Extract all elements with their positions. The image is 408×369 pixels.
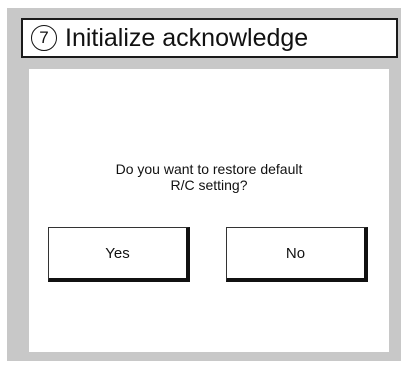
no-button[interactable]: No	[226, 227, 368, 282]
confirmation-message: Do you want to restore default R/C setti…	[29, 161, 389, 193]
step-number-badge: 7	[31, 25, 57, 51]
message-line-1: Do you want to restore default	[115, 161, 303, 177]
screen-title: Initialize acknowledge	[65, 23, 309, 52]
screen-title-bar: 7 Initialize acknowledge	[21, 18, 398, 58]
dialog-panel: Do you want to restore default R/C setti…	[29, 69, 389, 352]
message-line-2: R/C setting?	[170, 177, 248, 193]
yes-button[interactable]: Yes	[48, 227, 190, 282]
